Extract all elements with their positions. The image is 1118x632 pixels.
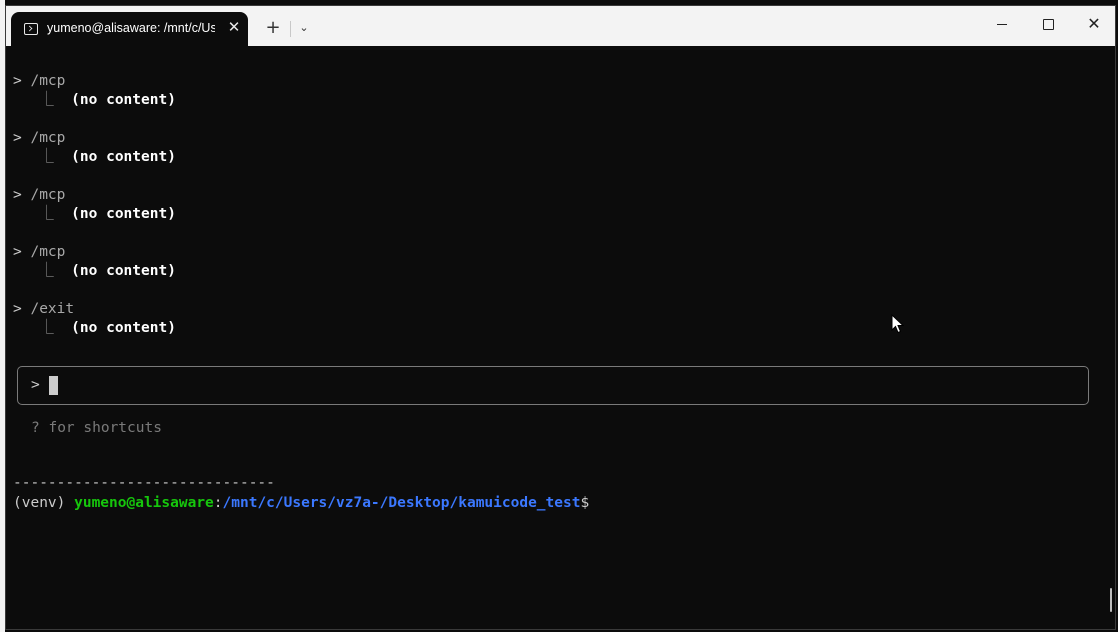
- current-path: /mnt/c/Users/vz7a-/Desktop/kamuicode_tes…: [222, 495, 581, 511]
- history-output: (no content): [71, 206, 176, 222]
- history-output: (no content): [71, 263, 176, 279]
- history-output-line: ⎿ (no content): [39, 92, 176, 108]
- tab-divider: [290, 21, 291, 37]
- terminal-window: yumeno@alisaware: /mnt/c/Users/vz7a-/Des…: [5, 5, 1116, 630]
- venv-label: (venv): [13, 495, 75, 511]
- tab-close-icon[interactable]: ✕: [225, 18, 243, 36]
- minimize-button[interactable]: [979, 6, 1025, 42]
- terminal-tab[interactable]: yumeno@alisaware: /mnt/c/Users/vz7a-/Des…: [11, 12, 248, 46]
- history-command-line: > /exit: [13, 301, 75, 317]
- close-window-button[interactable]: ✕: [1071, 6, 1115, 42]
- user-host: yumeno@alisaware: [74, 495, 214, 511]
- history-command: /mcp: [30, 130, 66, 146]
- history-command: /exit: [30, 301, 75, 317]
- prompt-dollar: $: [580, 495, 590, 511]
- maximize-icon: [1042, 18, 1054, 30]
- history-command-line: > /mcp: [13, 130, 66, 146]
- maximize-button[interactable]: [1025, 6, 1071, 42]
- scrollbar-thumb[interactable]: [1110, 588, 1112, 612]
- history-output-line: ⎿ (no content): [39, 206, 176, 222]
- history-output-line: ⎿ (no content): [39, 263, 176, 279]
- chevron-down-icon[interactable]: ⌄: [296, 19, 312, 37]
- terminal-icon: [24, 23, 38, 35]
- input-prompt-symbol: >: [31, 377, 40, 393]
- history-output-line: ⎿ (no content): [39, 320, 176, 336]
- history-command-line: > /mcp: [13, 73, 66, 89]
- history-command: /mcp: [30, 73, 66, 89]
- history-output-line: ⎿ (no content): [39, 149, 176, 165]
- separator-line: ------------------------------: [13, 475, 275, 491]
- history-command-line: > /mcp: [13, 187, 66, 203]
- tab-title: yumeno@alisaware: /mnt/c/Users/vz7a-/Des…: [47, 21, 215, 35]
- minimize-icon: [997, 23, 1007, 25]
- new-tab-button[interactable]: +: [263, 18, 283, 38]
- history-command-line: > /mcp: [13, 244, 66, 260]
- shell-prompt: (venv) yumeno@alisaware:/mnt/c/Users/vz7…: [13, 495, 590, 511]
- title-bar: yumeno@alisaware: /mnt/c/Users/vz7a-/Des…: [6, 6, 1115, 46]
- history-output: (no content): [71, 320, 176, 336]
- shortcuts-hint: ? for shortcuts: [31, 420, 162, 436]
- history-output: (no content): [71, 149, 176, 165]
- close-icon: ✕: [1087, 14, 1101, 33]
- mouse-pointer-icon: [891, 314, 905, 334]
- history-output: (no content): [71, 92, 176, 108]
- text-cursor: [49, 376, 58, 395]
- prompt-input-box[interactable]: >: [17, 366, 1089, 405]
- history-command: /mcp: [30, 244, 66, 260]
- history-command: /mcp: [30, 187, 66, 203]
- terminal-output[interactable]: > /mcp ⎿ (no content) > /mcp ⎿ (no conte…: [6, 46, 1115, 629]
